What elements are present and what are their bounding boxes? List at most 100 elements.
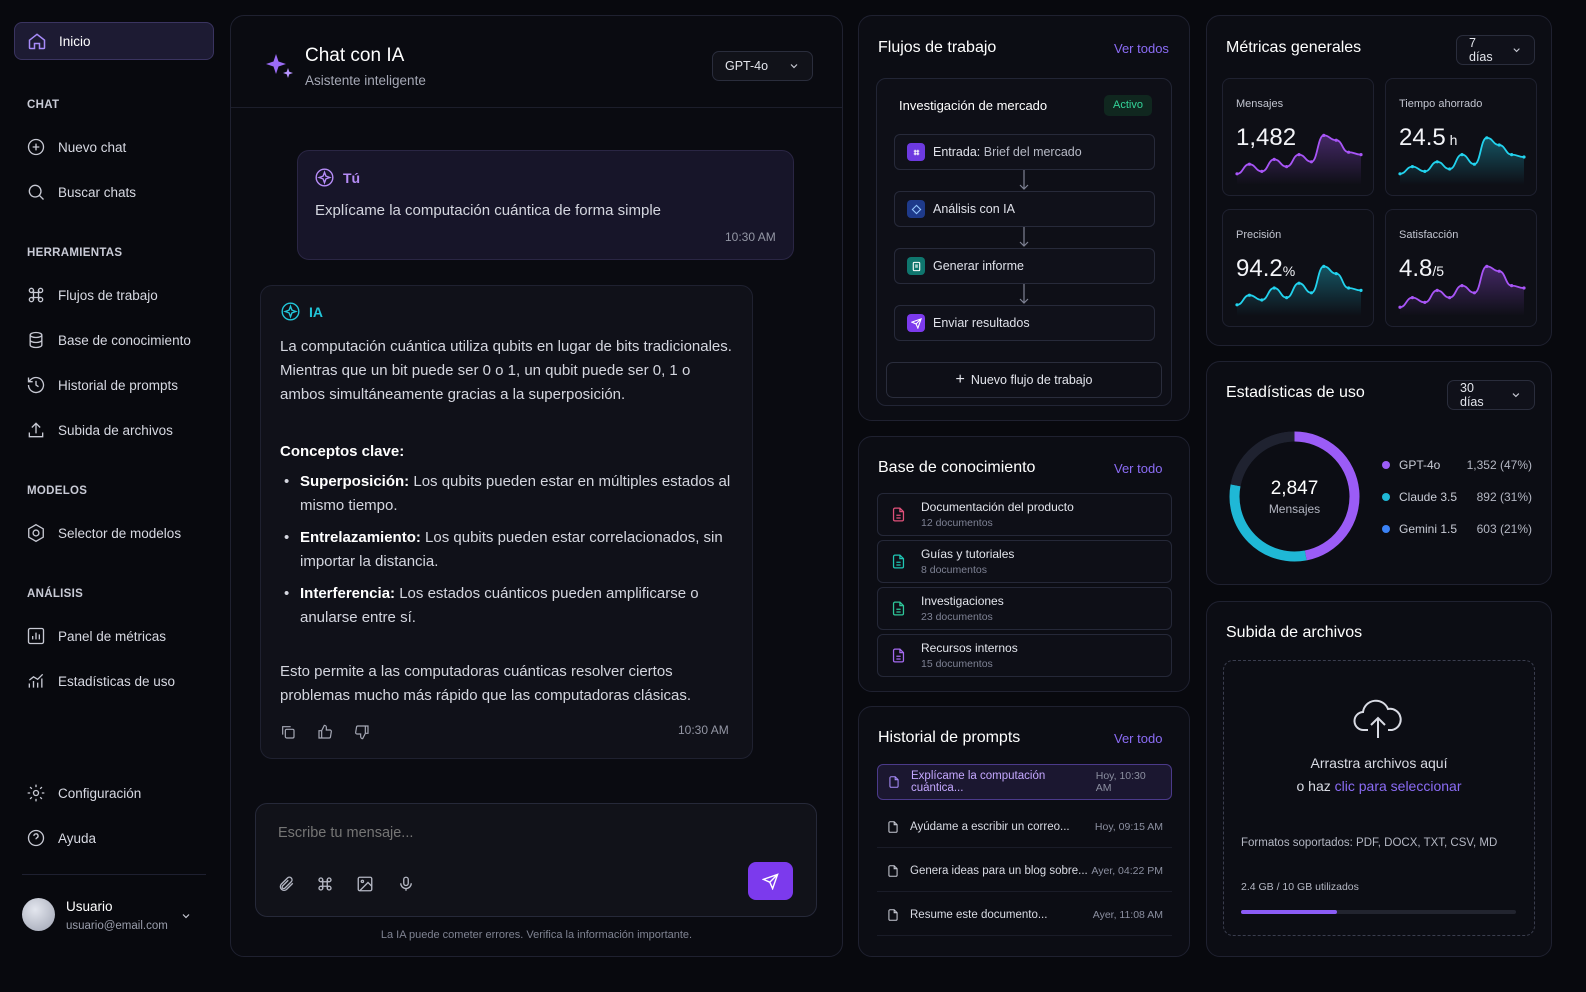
sparkline-point bbox=[1448, 167, 1452, 171]
send-button[interactable] bbox=[748, 862, 793, 900]
sparkline-point bbox=[1297, 281, 1301, 285]
sparkline-point bbox=[1334, 138, 1338, 142]
kb-item[interactable]: Investigaciones 23 documentos bbox=[877, 587, 1172, 630]
sidebar-item-new-chat[interactable]: Nuevo chat bbox=[14, 128, 214, 166]
concept-list: • Superposición: Los qubits pueden estar … bbox=[281, 470, 736, 638]
range-select[interactable]: 7 días bbox=[1456, 35, 1535, 65]
arrow-down-icon bbox=[1019, 284, 1029, 304]
view-all-link[interactable]: Ver todo bbox=[1114, 461, 1162, 476]
range-select[interactable]: 30 días bbox=[1447, 380, 1535, 410]
command-icon[interactable] bbox=[316, 875, 334, 893]
list-item: • Entrelazamiento: Los qubits pueden esta… bbox=[284, 529, 723, 570]
kb-item[interactable]: Recursos internos 15 documentos bbox=[877, 634, 1172, 677]
sidebar-item-file-upload[interactable]: Subida de archivos bbox=[14, 411, 214, 449]
kb-item-name: Guías y tutoriales bbox=[921, 547, 1015, 561]
model-select[interactable]: GPT-4o bbox=[712, 51, 813, 81]
sidebar-item-usage-stats[interactable]: Estadísticas de uso bbox=[14, 662, 214, 700]
prompt-text: Resume este documento... bbox=[910, 908, 1048, 921]
kb-item[interactable]: Documentación del producto 12 documentos bbox=[877, 493, 1172, 536]
donut-total: 2,847 bbox=[1270, 478, 1319, 499]
ai-avatar-icon bbox=[281, 302, 300, 321]
legend-dot bbox=[1382, 525, 1390, 533]
prompt-history-item[interactable]: Ayúdame a escribir un correo... Hoy, 09:1… bbox=[877, 806, 1172, 848]
section-chat: CHAT bbox=[27, 99, 60, 111]
sparkline-point bbox=[1472, 291, 1476, 295]
kb-item-count: 8 documentos bbox=[921, 564, 987, 576]
workflow-step[interactable]: Análisis con IA bbox=[894, 191, 1155, 227]
sparkline-point bbox=[1309, 291, 1313, 295]
document-icon bbox=[889, 776, 899, 788]
send-icon bbox=[907, 314, 925, 332]
sidebar-item-metrics[interactable]: Panel de métricas bbox=[14, 617, 214, 655]
sparkline-area bbox=[1400, 137, 1524, 185]
new-workflow-button[interactable]: + Nuevo flujo de trabajo bbox=[886, 362, 1162, 398]
select-files-link[interactable]: clic para seleccionar bbox=[1335, 778, 1462, 794]
panel-title: Historial de prompts bbox=[878, 729, 1021, 746]
sparkline-point bbox=[1235, 172, 1239, 176]
kb-item[interactable]: Guías y tutoriales 8 documentos bbox=[877, 540, 1172, 583]
sidebar-item-label: Historial de prompts bbox=[58, 377, 179, 393]
kb-item-count: 23 documentos bbox=[921, 611, 993, 623]
metric-card: Satisfacción 4.8/5 bbox=[1385, 209, 1537, 327]
prompt-history-item[interactable]: Explícame la computación cuántica... Hoy,… bbox=[877, 764, 1172, 800]
sparkline-point bbox=[1423, 169, 1427, 173]
sidebar-item-workflows[interactable]: Flujos de trabajo bbox=[14, 276, 214, 314]
legend-value: 603 (21%) bbox=[1476, 522, 1532, 536]
message-author: IA bbox=[309, 304, 323, 320]
sidebar-item-label: Ayuda bbox=[58, 830, 97, 846]
sparkline-point bbox=[1359, 288, 1363, 292]
copy-icon[interactable] bbox=[280, 724, 296, 740]
prompt-history-item[interactable]: Resume este documento... Ayer, 11:08 AM bbox=[877, 894, 1172, 936]
legend-value: 1,352 (47%) bbox=[1466, 458, 1532, 472]
sidebar-item-settings[interactable]: Configuración bbox=[14, 774, 214, 812]
sidebar-item-model-selector[interactable]: Selector de modelos bbox=[14, 514, 214, 552]
prompt-text: Ayúdame a escribir un correo... bbox=[910, 820, 1070, 833]
workflow-step[interactable]: Enviar resultados bbox=[894, 305, 1155, 341]
workflow-step[interactable]: Entrada: Brief del mercado bbox=[894, 134, 1155, 170]
cloud-upload-icon bbox=[1353, 699, 1402, 738]
microphone-icon[interactable] bbox=[397, 875, 415, 893]
thumbs-up-icon[interactable] bbox=[317, 724, 333, 740]
user-name: Usuario bbox=[66, 899, 113, 914]
concept-term: Superposición: bbox=[300, 473, 410, 490]
paperclip-icon[interactable] bbox=[277, 875, 295, 893]
step-label: Enviar resultados bbox=[933, 316, 1030, 330]
workflow-step[interactable]: Generar informe bbox=[894, 248, 1155, 284]
step-label: Análisis con IA bbox=[933, 202, 1015, 216]
sparkline-point bbox=[1272, 157, 1276, 161]
model-select-value: GPT-4o bbox=[725, 59, 769, 73]
view-all-link[interactable]: Ver todo bbox=[1114, 731, 1162, 746]
sparkline-point bbox=[1485, 136, 1489, 140]
file-icon bbox=[892, 601, 905, 616]
sidebar-item-prompt-history[interactable]: Historial de prompts bbox=[14, 366, 214, 404]
prompt-history-item[interactable]: Genera ideas para un blog sobre... Ayer, … bbox=[877, 850, 1172, 892]
sidebar-item-home[interactable]: Inicio bbox=[14, 22, 214, 60]
section-tools: HERRAMIENTAS bbox=[27, 247, 123, 259]
sparkline-point bbox=[1347, 286, 1351, 290]
sparkline-chart bbox=[1235, 264, 1363, 316]
sidebar-item-search[interactable]: Buscar chats bbox=[14, 173, 214, 211]
sparkline-point bbox=[1448, 296, 1452, 300]
metric-card: Tiempo ahorrado 24.5 h bbox=[1385, 78, 1537, 196]
sparkline-chart bbox=[1398, 264, 1526, 316]
sparkline-point bbox=[1423, 300, 1427, 304]
sparkline-point bbox=[1485, 264, 1489, 268]
view-all-link[interactable]: Ver todos bbox=[1114, 41, 1169, 56]
concepts-title: Conceptos clave: bbox=[280, 443, 405, 460]
file-icon bbox=[892, 648, 905, 663]
sparkline-point bbox=[1410, 296, 1414, 300]
thumbs-down-icon[interactable] bbox=[354, 724, 370, 740]
message-time: 10:30 AM bbox=[678, 723, 729, 737]
sidebar-item-label: Base de conocimiento bbox=[58, 332, 191, 348]
image-icon[interactable] bbox=[356, 875, 374, 893]
user-menu[interactable]: Usuario usuario@email.com bbox=[20, 896, 210, 936]
panel-title: Base de conocimiento bbox=[878, 459, 1036, 476]
sparkline-area bbox=[1237, 266, 1361, 316]
sidebar-item-label: Inicio bbox=[59, 33, 91, 49]
plus-icon: + bbox=[955, 371, 965, 388]
message-input[interactable] bbox=[278, 820, 778, 846]
sidebar-item-help[interactable]: Ayuda bbox=[14, 819, 214, 857]
sidebar-item-knowledge-base[interactable]: Base de conocimiento bbox=[14, 321, 214, 359]
kb-item-text: Recursos internos 15 documentos bbox=[921, 641, 1018, 670]
arrow-down-icon bbox=[1019, 227, 1029, 247]
